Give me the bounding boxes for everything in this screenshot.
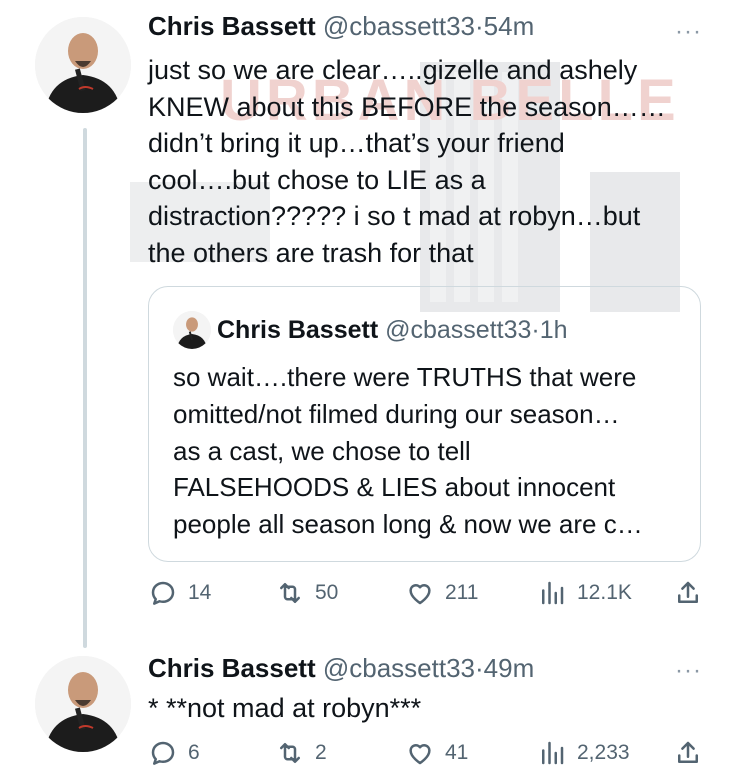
quoted-handle: @cbassett33 — [385, 316, 532, 344]
views-count: 12.1K — [577, 581, 632, 604]
quoted-time: 1h — [539, 316, 568, 344]
more-icon[interactable]: ··· — [675, 659, 702, 683]
tweet-time[interactable]: 54m — [484, 11, 535, 41]
views-button[interactable]: 2,233 — [537, 738, 630, 768]
quoted-avatar — [173, 311, 211, 349]
views-button[interactable]: 12.1K — [537, 578, 632, 608]
avatar[interactable] — [35, 17, 131, 113]
retweet-count: 2 — [315, 741, 327, 764]
reply-button[interactable]: 6 — [148, 738, 200, 768]
quoted-text: so wait….there were TRUTHS that were omi… — [173, 362, 643, 540]
reply-icon — [148, 738, 178, 768]
tweet-header: Chris Bassett @cbassett33·49m — [148, 653, 534, 683]
views-count: 2,233 — [577, 741, 630, 764]
reply-icon — [148, 578, 178, 608]
retweet-button[interactable]: 50 — [275, 578, 338, 608]
share-icon — [673, 738, 703, 768]
author-name[interactable]: Chris Bassett — [148, 653, 316, 683]
like-icon — [405, 738, 435, 768]
like-button[interactable]: 211 — [405, 578, 478, 608]
quoted-tweet[interactable]: Chris Bassett @cbassett33·1h so wait….th… — [148, 286, 701, 562]
author-handle[interactable]: @cbassett33 — [323, 653, 475, 683]
share-icon — [673, 578, 703, 608]
quoted-author-name: Chris Bassett — [217, 316, 379, 344]
retweet-count: 50 — [315, 581, 339, 604]
more-icon[interactable]: ··· — [675, 20, 702, 44]
reply-button[interactable]: 14 — [148, 578, 211, 608]
tweet-header: Chris Bassett @cbassett33·54m — [148, 11, 534, 41]
retweet-icon — [275, 578, 305, 608]
thread-connector-line — [83, 128, 87, 648]
author-name[interactable]: Chris Bassett — [148, 11, 316, 41]
retweet-button[interactable]: 2 — [275, 738, 327, 768]
reply-count: 14 — [188, 581, 212, 604]
separator: · — [475, 11, 484, 41]
like-count: 41 — [445, 741, 469, 764]
share-button[interactable] — [673, 738, 703, 768]
views-icon — [537, 578, 567, 608]
share-button[interactable] — [673, 578, 703, 608]
tweet-text: just so we are clear…..gizelle and ashel… — [148, 55, 666, 268]
retweet-icon — [275, 738, 305, 768]
tweet-text: * **not mad at robyn*** — [148, 693, 422, 723]
reply-count: 6 — [188, 741, 200, 764]
separator: · — [531, 316, 540, 344]
tweet-time[interactable]: 49m — [484, 653, 535, 683]
like-button[interactable]: 41 — [405, 738, 468, 768]
quoted-header: Chris Bassett @cbassett33·1h — [217, 315, 568, 345]
separator: · — [475, 653, 484, 683]
views-icon — [537, 738, 567, 768]
author-handle[interactable]: @cbassett33 — [323, 11, 475, 41]
avatar[interactable] — [35, 656, 131, 752]
like-count: 211 — [445, 581, 479, 604]
like-icon — [405, 578, 435, 608]
